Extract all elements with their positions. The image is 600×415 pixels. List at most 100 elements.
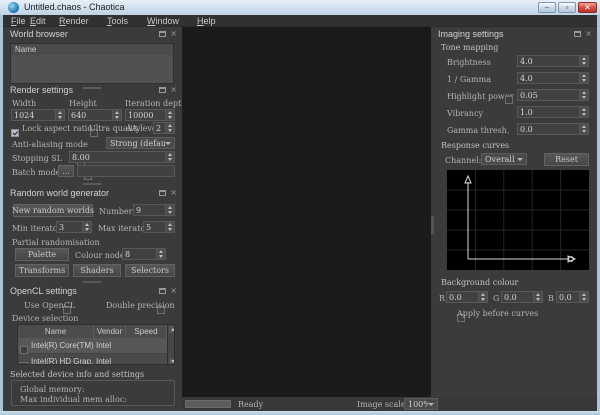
world-list-body[interactable] xyxy=(10,55,174,84)
spin-arrows-icon[interactable] xyxy=(579,107,588,117)
image-scale-dropdown[interactable]: 100% xyxy=(404,398,438,410)
spin-arrows-icon[interactable] xyxy=(165,222,174,232)
title-bar[interactable]: Untitled.chaos - Chaotica – ▫ ✕ xyxy=(0,0,600,15)
channel-dropdown[interactable]: Overall xyxy=(481,153,527,165)
float-icon[interactable] xyxy=(159,190,166,196)
spin-arrows-icon[interactable] xyxy=(165,123,174,133)
shaders-button[interactable]: Shaders xyxy=(73,264,121,277)
gamma-thresh-spinbox[interactable]: 0.0 xyxy=(517,123,589,135)
blue-spinbox[interactable]: 0.0 xyxy=(556,291,589,303)
spin-arrows-icon[interactable] xyxy=(533,292,542,302)
highlight-power-label: Highlight power xyxy=(447,92,513,101)
gamma-spinbox[interactable]: 4.0 xyxy=(517,72,589,84)
stopping-sl-label: Stopping SL xyxy=(12,154,62,163)
response-curve-canvas[interactable] xyxy=(447,170,589,270)
status-text: Ready xyxy=(238,400,263,409)
device-col-name[interactable]: Name xyxy=(18,325,94,338)
width-spinbox[interactable]: 1024 xyxy=(11,109,65,121)
float-icon[interactable] xyxy=(159,87,166,93)
dock-resize-handle[interactable] xyxy=(431,216,434,234)
dock-splitter-handle[interactable] xyxy=(83,281,101,283)
number-spinbox[interactable]: 9 xyxy=(133,204,175,216)
imaging-settings-title: Imaging settings xyxy=(438,29,504,39)
iteration-depth-label: Iteration depth xyxy=(125,99,186,108)
table-row[interactable]: Intel(R) Core(TM)... Intel xyxy=(18,338,167,353)
spin-arrows-icon[interactable] xyxy=(165,110,174,120)
highlight-power-spinbox[interactable]: 0.05 xyxy=(517,89,589,101)
dock-splitter-handle[interactable] xyxy=(83,183,101,185)
device-checkbox[interactable] xyxy=(20,346,28,354)
dock-close-icon[interactable]: × xyxy=(585,30,592,37)
batch-path-field[interactable] xyxy=(77,165,175,177)
spin-arrows-icon[interactable] xyxy=(579,56,588,66)
maximize-button[interactable]: ▫ xyxy=(558,2,576,13)
world-list-header-label: Name xyxy=(15,45,36,54)
spin-arrows-icon[interactable] xyxy=(112,110,121,120)
colour-nodes-spinbox[interactable]: 8 xyxy=(122,248,166,260)
app-logo-icon xyxy=(8,2,19,13)
render-viewport[interactable] xyxy=(182,27,431,397)
device-checkbox[interactable] xyxy=(20,362,28,365)
height-spinbox[interactable]: 640 xyxy=(68,109,122,121)
selectors-button[interactable]: Selectors xyxy=(125,264,175,277)
blue-label: B xyxy=(548,294,554,303)
float-icon[interactable] xyxy=(574,31,581,37)
dock-close-icon[interactable]: × xyxy=(170,86,177,93)
spin-arrows-icon[interactable] xyxy=(579,73,588,83)
spin-arrows-icon[interactable] xyxy=(579,124,588,134)
spin-arrows-icon[interactable] xyxy=(82,222,91,232)
spin-arrows-icon[interactable] xyxy=(156,249,165,259)
scroll-up-icon[interactable] xyxy=(169,326,175,333)
world-browser-title: World browser xyxy=(10,29,68,39)
max-iterators-spinbox[interactable]: 5 xyxy=(143,221,175,233)
spin-arrows-icon[interactable] xyxy=(579,292,588,302)
spin-arrows-icon[interactable] xyxy=(579,90,588,100)
red-spinbox[interactable]: 0.0 xyxy=(446,291,488,303)
new-random-worlds-button[interactable]: New random worlds xyxy=(13,204,93,217)
batch-browse-button[interactable]: ... xyxy=(58,165,74,177)
vibrancy-spinbox[interactable]: 1.0 xyxy=(517,106,589,118)
window-border-bottom xyxy=(0,411,600,415)
brightness-spinbox[interactable]: 4.0 xyxy=(517,55,589,67)
lock-aspect-checkbox[interactable] xyxy=(11,129,19,137)
aa-level-spinbox[interactable]: 2 xyxy=(153,122,175,134)
table-row[interactable]: Intel(R) HD Grap... Intel xyxy=(18,354,167,365)
table-scrollbar[interactable] xyxy=(167,325,175,365)
spin-arrows-icon[interactable] xyxy=(55,110,64,120)
menu-tools[interactable]: Tools xyxy=(107,16,128,26)
min-iterators-spinbox[interactable]: 3 xyxy=(56,221,92,233)
spin-arrows-icon[interactable] xyxy=(165,205,174,215)
palette-button[interactable]: Palette xyxy=(15,248,69,261)
float-icon[interactable] xyxy=(159,288,166,294)
float-icon[interactable] xyxy=(159,31,166,37)
menu-edit[interactable]: Edit xyxy=(30,16,46,26)
device-table[interactable]: Name Vendor Speed Intel(R) Core(TM)... I… xyxy=(17,324,175,365)
world-list-header[interactable]: Name xyxy=(10,43,174,55)
spin-arrows-icon[interactable] xyxy=(165,152,174,162)
image-scale-label: Image scale: xyxy=(357,400,408,409)
max-alloc-label: Max individual mem alloc: xyxy=(20,395,127,404)
iteration-depth-spinbox[interactable]: 10000 xyxy=(125,109,175,121)
reset-button[interactable]: Reset xyxy=(544,153,589,166)
menu-help[interactable]: Help xyxy=(197,16,216,26)
minimize-button[interactable]: – xyxy=(538,2,556,13)
highlight-power-checkbox[interactable] xyxy=(505,96,513,104)
transforms-button[interactable]: Transforms xyxy=(15,264,69,277)
green-spinbox[interactable]: 0.0 xyxy=(501,291,543,303)
scroll-down-icon[interactable] xyxy=(169,358,175,365)
menu-render[interactable]: Render xyxy=(59,16,89,26)
dock-close-icon[interactable]: × xyxy=(170,30,177,37)
device-info-groupbox: Global memory: Max individual mem alloc: xyxy=(11,380,175,406)
device-col-speed[interactable]: Speed xyxy=(126,325,167,338)
aa-mode-dropdown[interactable]: Strong (default) xyxy=(106,137,175,149)
menu-window[interactable]: Window xyxy=(147,16,179,26)
dock-close-icon[interactable]: × xyxy=(170,287,177,294)
dock-close-icon[interactable]: × xyxy=(170,189,177,196)
menu-file[interactable]: File xyxy=(11,16,26,26)
batch-mode-label: Batch mode xyxy=(12,168,60,177)
spin-arrows-icon[interactable] xyxy=(478,292,487,302)
dock-splitter-handle[interactable] xyxy=(83,87,101,89)
device-col-vendor[interactable]: Vendor xyxy=(94,325,126,338)
close-button[interactable]: ✕ xyxy=(578,2,597,13)
stopping-sl-spinbox[interactable]: 8.00 xyxy=(69,151,175,163)
